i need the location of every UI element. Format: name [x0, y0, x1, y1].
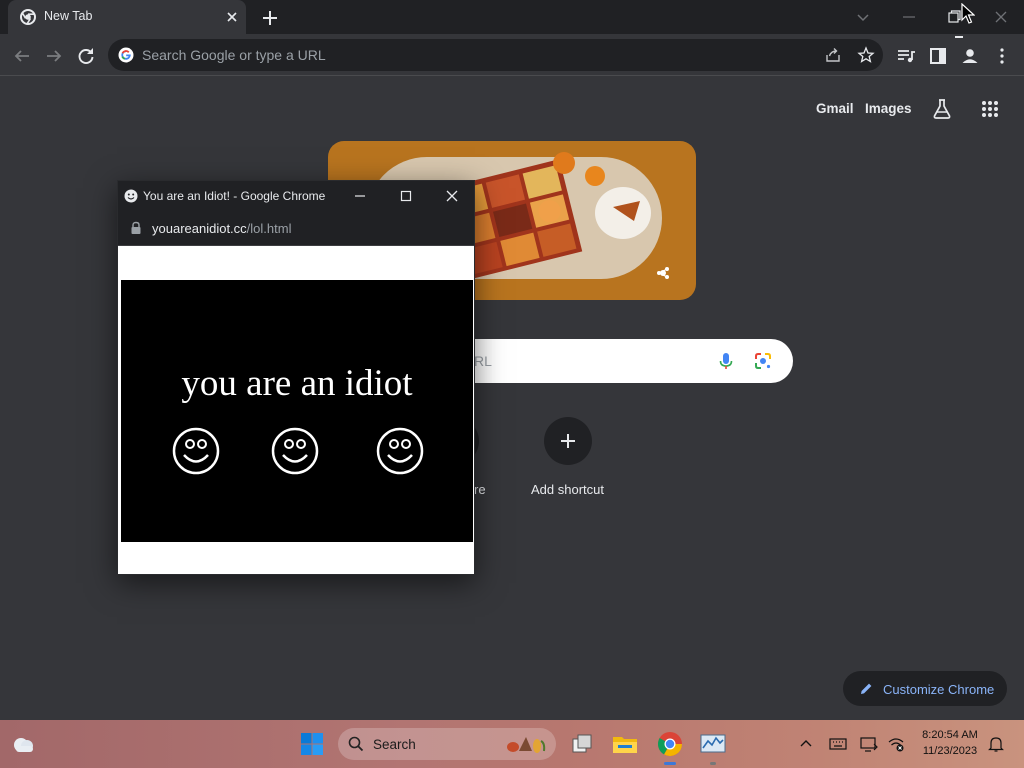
add-shortcut-label: Add shortcut — [531, 482, 604, 497]
chevron-down-icon[interactable] — [851, 5, 875, 29]
ntp-search-box[interactable]: RL — [440, 339, 793, 383]
menu-icon[interactable] — [990, 44, 1014, 68]
chevron-up-icon[interactable] — [797, 735, 815, 753]
network-off-icon[interactable] — [887, 735, 905, 753]
file-explorer-icon[interactable] — [612, 732, 638, 756]
tab-title: New Tab — [44, 9, 93, 23]
mouse-cursor — [961, 3, 975, 25]
close-icon[interactable] — [444, 188, 460, 204]
customize-chrome-button[interactable]: Customize Chrome — [843, 671, 1007, 706]
task-view-icon[interactable] — [570, 732, 594, 756]
popup-window[interactable]: You are an Idiot! - Google Chrome youare… — [117, 180, 475, 575]
popup-content: you are an idiot — [121, 280, 473, 542]
chrome-active-indicator — [664, 762, 676, 765]
bell-icon[interactable] — [987, 735, 1005, 753]
weather-icon[interactable] — [10, 732, 36, 756]
media-icon[interactable] — [894, 44, 918, 68]
taskbar-search-box[interactable]: Search — [338, 728, 556, 760]
smiley-icon — [171, 426, 221, 476]
popup-url-path: /lol.html — [246, 221, 292, 236]
search-icon — [348, 736, 364, 752]
share-icon[interactable] — [824, 46, 842, 64]
smiley-icon — [124, 189, 138, 203]
popup-title: You are an Idiot! - Google Chrome — [143, 189, 326, 203]
clock-time[interactable]: 8:20:54 AM — [917, 729, 983, 741]
mic-icon[interactable] — [716, 351, 736, 371]
chrome-icon[interactable] — [657, 731, 683, 757]
ntp-search-placeholder: RL — [474, 353, 492, 369]
back-icon[interactable] — [10, 44, 34, 68]
plus-icon — [557, 430, 579, 452]
smiley-icon — [375, 426, 425, 476]
gmail-link[interactable]: Gmail — [816, 101, 854, 116]
search-highlight-icon — [504, 733, 548, 755]
star-icon[interactable] — [857, 46, 875, 64]
clock-date[interactable]: 11/23/2023 — [917, 745, 983, 757]
resource-monitor-icon[interactable] — [700, 732, 726, 756]
close-window-icon[interactable] — [989, 5, 1013, 29]
keyboard-icon[interactable] — [829, 736, 847, 752]
chrome-icon — [20, 9, 36, 25]
google-g-icon — [118, 47, 134, 63]
minimize-icon[interactable] — [352, 188, 368, 204]
close-icon[interactable] — [224, 9, 240, 25]
omnibox[interactable]: Search Google or type a URL — [108, 39, 883, 71]
tab-new-tab[interactable]: New Tab — [8, 0, 246, 34]
profile-icon[interactable] — [958, 44, 982, 68]
pencil-icon — [859, 681, 874, 696]
add-shortcut-button[interactable] — [544, 417, 592, 465]
popup-titlebar[interactable]: You are an Idiot! - Google Chrome — [118, 181, 474, 211]
images-link[interactable]: Images — [865, 101, 912, 116]
popup-message: you are an idiot — [181, 363, 413, 404]
lens-icon[interactable] — [753, 351, 773, 371]
forward-icon[interactable] — [42, 44, 66, 68]
taskbar-search-label: Search — [373, 737, 416, 752]
display-icon[interactable] — [860, 735, 878, 753]
omnibox-placeholder: Search Google or type a URL — [142, 47, 326, 63]
windows-start-icon[interactable] — [300, 732, 324, 756]
maximize-icon[interactable] — [398, 188, 414, 204]
labs-icon[interactable] — [930, 97, 954, 121]
share-icon[interactable] — [656, 266, 670, 280]
apps-grid-icon[interactable] — [978, 97, 1002, 121]
popup-url-host: youareanidiot.cc — [152, 221, 247, 236]
shortcut-partial-label: re — [474, 482, 486, 497]
new-tab-icon[interactable] — [258, 6, 282, 30]
minimize-icon[interactable] — [897, 5, 921, 29]
popup-url-bar: youareanidiot.cc/lol.html — [118, 211, 474, 246]
reload-icon[interactable] — [74, 44, 98, 68]
profile-indicator — [955, 36, 963, 38]
customize-chrome-label: Customize Chrome — [883, 682, 995, 697]
app-running-indicator — [710, 762, 716, 765]
lock-icon — [130, 221, 142, 235]
smiley-icon — [270, 426, 320, 476]
side-panel-icon[interactable] — [926, 44, 950, 68]
